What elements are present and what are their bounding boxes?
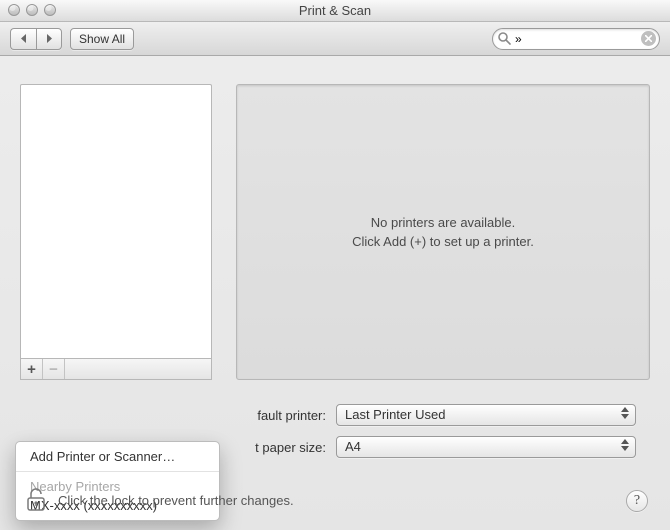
printer-list-panel: + −: [20, 84, 212, 380]
close-window-button[interactable]: [8, 4, 20, 16]
close-icon: [645, 35, 652, 42]
show-all-button[interactable]: Show All: [70, 28, 134, 50]
default-paper-size-value: A4: [345, 439, 361, 454]
chevron-left-icon: [20, 34, 28, 43]
footer: Click the lock to prevent further change…: [22, 485, 648, 516]
menu-separator: [16, 471, 219, 472]
window-controls: [8, 4, 56, 16]
default-paper-size-popup[interactable]: A4: [336, 436, 636, 458]
updown-arrows-icon: [621, 407, 629, 419]
toolbar: Show All: [0, 22, 670, 56]
minus-icon: −: [49, 361, 58, 378]
add-printer-button[interactable]: +: [21, 359, 43, 379]
back-button[interactable]: [10, 28, 36, 50]
show-all-label: Show All: [79, 32, 125, 46]
search-icon: [498, 32, 511, 48]
printer-list-toolbar: + −: [20, 358, 212, 380]
printer-detail-pane: No printers are available. Click Add (+)…: [236, 84, 650, 380]
default-printer-value: Last Printer Used: [345, 407, 445, 422]
updown-arrows-icon: [621, 439, 629, 451]
window-titlebar: Print & Scan: [0, 0, 670, 22]
plus-icon: +: [27, 361, 36, 378]
chevron-right-icon: [45, 34, 53, 43]
no-printers-line-1: No printers are available.: [371, 215, 516, 230]
no-printers-line-2: Click Add (+) to set up a printer.: [352, 234, 534, 249]
help-icon: ?: [634, 493, 640, 509]
nav-back-forward: [10, 28, 62, 50]
remove-printer-button[interactable]: −: [43, 359, 65, 379]
search-field-wrap: [492, 28, 660, 50]
zoom-window-button[interactable]: [44, 4, 56, 16]
content-area: + − No printers are available. Click Add…: [0, 56, 670, 530]
default-printer-popup[interactable]: Last Printer Used: [336, 404, 636, 426]
lock-icon[interactable]: [22, 485, 50, 516]
menu-add-printer-or-scanner[interactable]: Add Printer or Scanner…: [16, 446, 219, 467]
lock-text: Click the lock to prevent further change…: [58, 493, 294, 508]
clear-search-button[interactable]: [641, 31, 656, 46]
minimize-window-button[interactable]: [26, 4, 38, 16]
window-title: Print & Scan: [299, 3, 371, 18]
search-input[interactable]: [492, 28, 660, 50]
default-printer-label: fault printer:: [33, 408, 326, 423]
help-button[interactable]: ?: [626, 490, 648, 512]
printer-list[interactable]: [20, 84, 212, 358]
forward-button[interactable]: [36, 28, 62, 50]
